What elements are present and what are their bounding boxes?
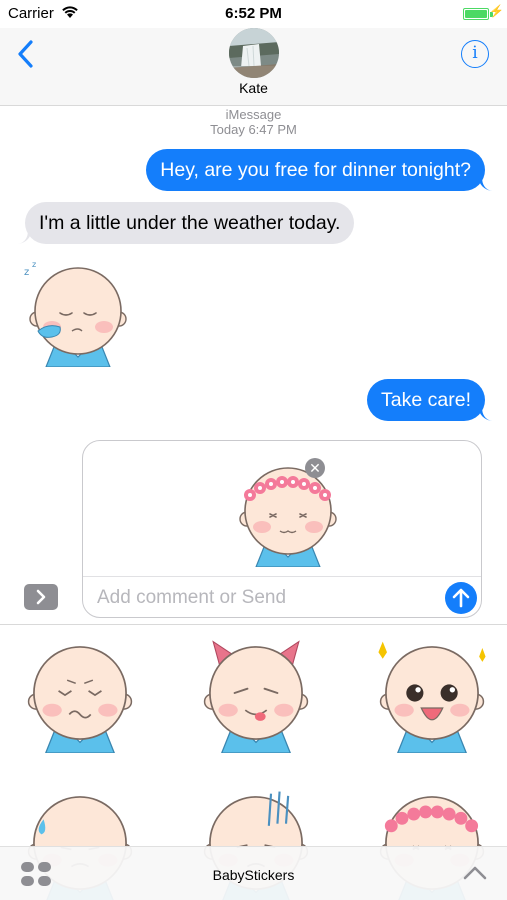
conversation-header: Kate i bbox=[0, 28, 507, 106]
waterfall-photo bbox=[229, 28, 279, 78]
bubble-tail bbox=[478, 177, 492, 191]
back-chevron-icon[interactable] bbox=[12, 36, 42, 72]
info-button[interactable]: i bbox=[461, 40, 489, 68]
contact-name[interactable]: Kate bbox=[0, 80, 507, 96]
status-time: 6:52 PM bbox=[225, 5, 282, 22]
timestamp: Today 6:47 PM bbox=[0, 122, 507, 137]
send-button[interactable] bbox=[445, 582, 477, 614]
chevron-right-icon bbox=[36, 589, 46, 605]
outgoing-message-bubble[interactable]: Take care! bbox=[367, 379, 485, 421]
battery-icon bbox=[463, 8, 489, 20]
charging-bolt-icon: ⚡ bbox=[489, 4, 504, 18]
outgoing-message-bubble[interactable]: Hey, are you free for dinner tonight? bbox=[146, 149, 485, 191]
sleepy-baby-sticker[interactable]: z z bbox=[22, 255, 134, 367]
arrow-up-icon bbox=[452, 588, 470, 608]
bubble-tail bbox=[18, 230, 32, 244]
staged-flower-crown-sticker[interactable] bbox=[232, 455, 344, 567]
bubble-tail bbox=[478, 407, 492, 421]
comment-divider bbox=[83, 576, 481, 577]
incoming-message-bubble[interactable]: I'm a little under the weather today. bbox=[25, 202, 355, 244]
apps-toggle-button[interactable] bbox=[24, 584, 58, 610]
service-label: iMessage bbox=[225, 107, 282, 122]
chevron-up-icon[interactable] bbox=[461, 862, 489, 884]
status-bar: Carrier 6:52 PM ⚡ bbox=[0, 0, 507, 28]
excited-baby-sticker[interactable] bbox=[372, 633, 492, 753]
contact-avatar[interactable] bbox=[229, 28, 279, 78]
comment-input[interactable] bbox=[97, 584, 427, 612]
timestamp-time: 6:47 PM bbox=[248, 122, 297, 137]
timestamp-day: Today bbox=[210, 122, 245, 137]
app-name: BabyStickers bbox=[212, 867, 295, 883]
devil-horns-baby-sticker[interactable] bbox=[196, 633, 316, 753]
conversation-timestamp: iMessage Today 6:47 PM bbox=[0, 107, 507, 137]
remove-sticker-button[interactable]: ✕ bbox=[305, 458, 325, 478]
svg-text:z: z bbox=[32, 260, 36, 269]
compose-box: ✕ bbox=[82, 440, 482, 618]
svg-text:z: z bbox=[24, 267, 29, 278]
frowning-baby-sticker[interactable] bbox=[20, 633, 140, 753]
app-tray: BabyStickers bbox=[0, 846, 507, 900]
